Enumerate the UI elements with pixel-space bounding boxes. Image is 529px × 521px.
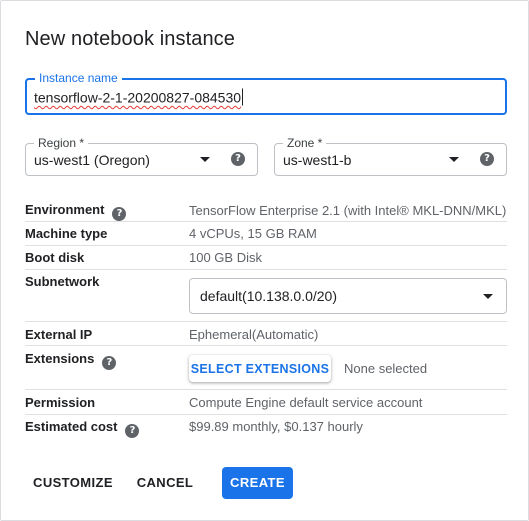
estimated-cost-label: Estimated cost? [25, 419, 140, 438]
instance-name-value: tensorflow-2-1-20200827-084530 [34, 89, 242, 105]
zone-label: Zone * [283, 136, 327, 150]
machine-type-value: 4 vCPUs, 15 GB RAM [189, 226, 317, 241]
help-icon[interactable]: ? [480, 152, 494, 166]
region-select[interactable]: Region * us-west1 (Oregon) ? [25, 136, 258, 176]
select-extensions-button[interactable]: SELECT EXTENSIONS [189, 355, 331, 382]
environment-value: TensorFlow Enterprise 2.1 (with Intel® M… [189, 203, 507, 218]
text-caret [242, 88, 244, 105]
customize-button[interactable]: CUSTOMIZE [29, 467, 117, 499]
divider [25, 245, 507, 246]
help-icon[interactable]: ? [102, 356, 117, 370]
estimated-cost-value: $99.89 monthly, $0.137 hourly [189, 419, 363, 434]
help-icon[interactable]: ? [112, 207, 127, 221]
create-button[interactable]: CREATE [222, 467, 293, 499]
permission-label: Permission [25, 395, 96, 410]
dialog-title: New notebook instance [25, 28, 236, 50]
boot-disk-value: 100 GB Disk [189, 250, 262, 265]
help-icon[interactable]: ? [125, 424, 140, 438]
zone-value: us-west1-b [283, 151, 352, 168]
help-icon[interactable]: ? [231, 152, 245, 166]
divider [25, 389, 507, 390]
chevron-down-icon[interactable] [483, 294, 493, 299]
environment-label-text: Environment [25, 202, 105, 217]
boot-disk-label: Boot disk [25, 250, 85, 265]
machine-type-label: Machine type [25, 226, 108, 241]
cancel-button[interactable]: CANCEL [131, 467, 199, 499]
new-notebook-dialog: New notebook instance Instance name tens… [0, 0, 529, 521]
permission-value: Compute Engine default service account [189, 395, 423, 410]
instance-name-value-wrap: tensorflow-2-1-20200827-084530 [34, 88, 244, 105]
divider [25, 345, 507, 346]
extensions-label: Extensions? [25, 351, 117, 370]
subnetwork-select[interactable]: default(10.138.0.0/20) [189, 278, 507, 314]
zone-select[interactable]: Zone * us-west1-b ? [274, 136, 507, 176]
subnetwork-label: Subnetwork [25, 274, 100, 289]
divider [25, 269, 507, 270]
instance-name-label: Instance name [35, 71, 122, 85]
environment-label: Environment? [25, 202, 127, 221]
subnetwork-value: default(10.138.0.0/20) [200, 288, 337, 304]
divider [25, 414, 507, 415]
instance-name-field[interactable]: Instance name tensorflow-2-1-20200827-08… [25, 71, 507, 115]
region-value: us-west1 (Oregon) [34, 151, 150, 168]
external-ip-label: External IP [25, 327, 93, 342]
external-ip-value: Ephemeral(Automatic) [189, 327, 319, 342]
chevron-down-icon[interactable] [449, 157, 459, 162]
extensions-status: None selected [344, 361, 428, 376]
chevron-down-icon[interactable] [200, 157, 210, 162]
divider [25, 321, 507, 322]
estimated-cost-label-text: Estimated cost [25, 419, 118, 434]
region-label: Region * [34, 136, 89, 150]
divider [25, 221, 507, 222]
extensions-label-text: Extensions [25, 351, 95, 366]
